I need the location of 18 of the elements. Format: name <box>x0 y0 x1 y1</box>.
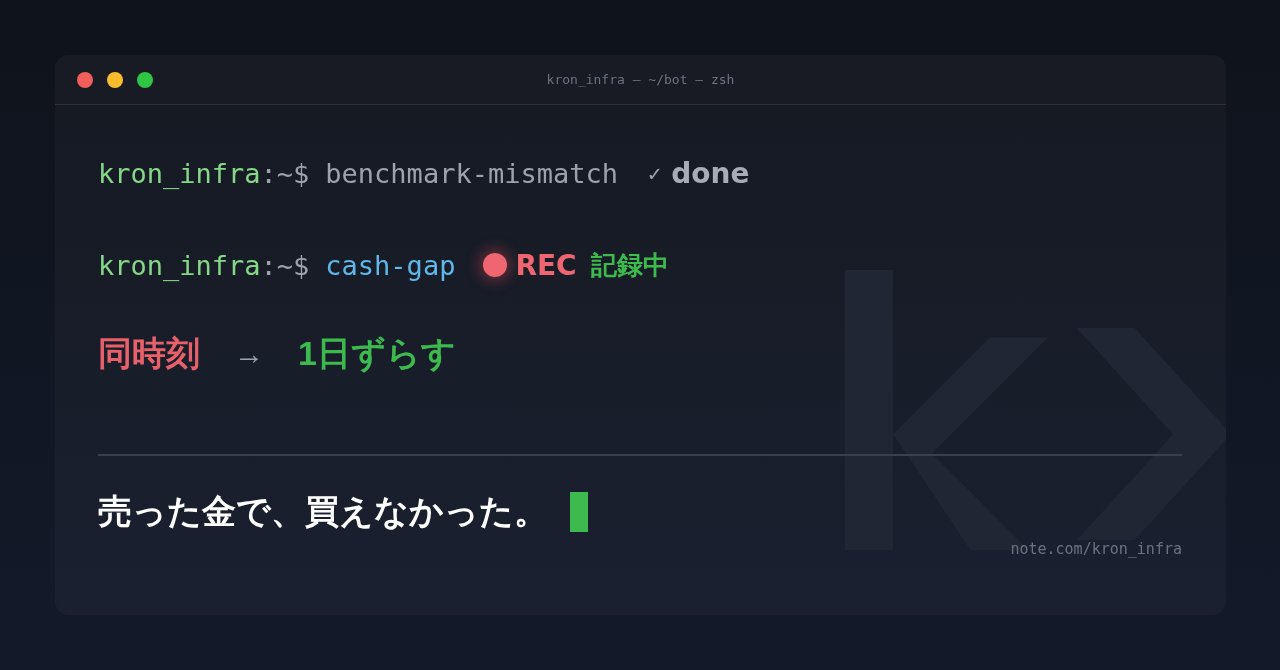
command-text: cash-gap <box>325 249 456 281</box>
status-text: done <box>671 156 750 190</box>
close-button[interactable] <box>77 71 93 88</box>
from-text: 同時刻 <box>98 333 200 374</box>
zoom-button[interactable] <box>137 71 153 88</box>
rec-label: REC <box>515 248 577 282</box>
prompt-path: :~$ <box>260 249 310 281</box>
prompt-user: kron_infra <box>98 249 261 281</box>
command-text: benchmark-mismatch <box>325 157 618 189</box>
headline: 売った金で、買えなかった。 <box>98 491 548 532</box>
check-mark: ✓ <box>647 160 662 186</box>
rec-note: 記録中 <box>590 248 669 282</box>
prompt-user: kron_infra <box>98 157 261 189</box>
prompt-path: :~$ <box>260 157 310 189</box>
arrow-glyph: → <box>234 337 264 371</box>
minimize-button[interactable] <box>107 71 123 88</box>
window-title: kron_infra — ~/bot — zsh <box>546 72 735 87</box>
to-text: 1日ずらす <box>298 333 456 375</box>
